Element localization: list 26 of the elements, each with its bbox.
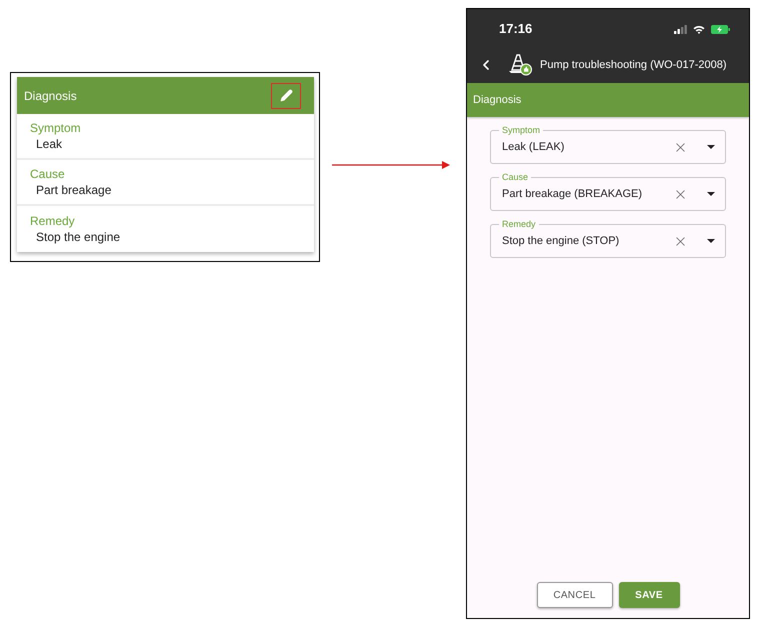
field-value: Stop the engine (STOP) bbox=[502, 234, 620, 249]
clock-time: 17:16 bbox=[499, 20, 532, 38]
field-value: Leak bbox=[35, 136, 64, 152]
field-label: Remedy bbox=[30, 213, 76, 229]
caret-icon[interactable] bbox=[707, 239, 715, 243]
section-title: Diagnosis bbox=[473, 92, 522, 108]
field-value: Leak (LEAK) bbox=[502, 140, 566, 155]
floating-label: Symptom bbox=[499, 124, 544, 136]
field-value: Stop the engine bbox=[35, 229, 122, 245]
traffic-cone-icon bbox=[508, 54, 532, 76]
screen-title: Pump troubleshooting (WO-017-2008) bbox=[540, 58, 726, 73]
field-value: Part breakage bbox=[35, 182, 112, 198]
floating-label: Remedy bbox=[499, 218, 539, 230]
edit-button[interactable] bbox=[271, 82, 301, 108]
field-label: Symptom bbox=[30, 120, 82, 136]
battery-charging-icon bbox=[711, 24, 730, 34]
field-value: Part breakage (BREAKAGE) bbox=[502, 186, 644, 202]
floating-label: Cause bbox=[499, 171, 532, 183]
signal-icon bbox=[674, 24, 687, 34]
pencil-icon bbox=[280, 89, 292, 102]
caret-icon[interactable] bbox=[707, 192, 715, 196]
caret-icon[interactable] bbox=[707, 145, 715, 149]
cancel-button[interactable]: CANCEL bbox=[536, 582, 612, 608]
card-title: Diagnosis bbox=[24, 88, 77, 104]
wifi-icon bbox=[693, 24, 705, 34]
field-label: Cause bbox=[30, 166, 66, 182]
